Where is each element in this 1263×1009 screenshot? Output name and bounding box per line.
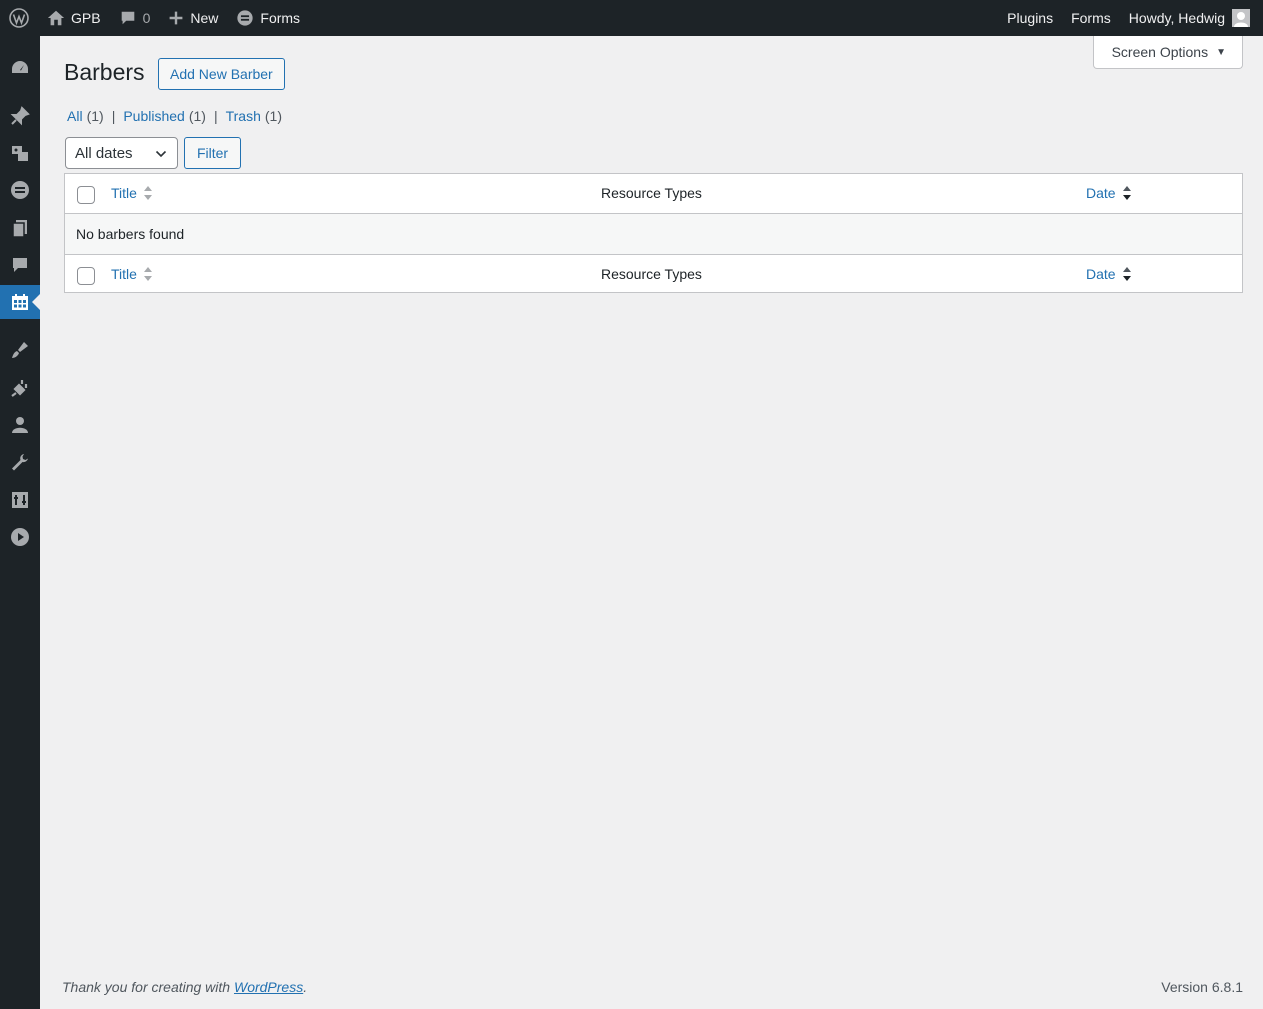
date-filter-select[interactable]: All dates [65,137,178,169]
table-header-row: Title Resource Types Date [65,174,1242,214]
main-content: Screen Options ▼ Barbers Add New Barber … [40,36,1263,1009]
new-label: New [190,10,219,26]
avatar [1232,9,1250,27]
play-icon [11,528,29,546]
menu-play[interactable] [0,520,40,554]
menu-posts[interactable] [0,99,40,133]
column-date-sort-footer[interactable]: Date [1086,266,1132,282]
forms-icon [237,10,254,26]
new-content-link[interactable]: New [159,0,227,36]
menu-pages[interactable] [0,211,40,245]
view-all-count: (1) [86,108,104,124]
view-separator: | [111,108,116,124]
admin-bar: GPB 0 New Forms Plugins Forms Howdy, Hed… [0,0,1263,36]
view-trash-count: (1) [264,108,282,124]
sort-desc-icon [1122,267,1131,281]
forms-label: Forms [260,10,301,26]
forms-link[interactable]: Forms [227,0,309,36]
menu-media[interactable] [0,136,40,170]
column-date-label: Date [1086,185,1116,201]
menu-comments[interactable] [0,248,40,282]
view-separator: | [213,108,218,124]
view-trash-link[interactable]: Trash [226,108,261,124]
menu-tools[interactable] [0,445,40,479]
calendar-icon [12,294,28,310]
avatar-silhouette-icon [1234,12,1248,27]
view-all-link[interactable]: All [67,108,83,124]
page-title: Barbers [64,59,145,85]
column-resource-types: Resource Types [601,266,702,282]
column-title-sort[interactable]: Title [111,185,153,201]
forms-right-link[interactable]: Forms [1062,0,1120,36]
comments-link[interactable]: 0 [110,0,160,36]
plugins-link[interactable]: Plugins [998,0,1062,36]
column-title-label: Title [111,185,137,201]
home-icon [47,10,65,26]
footer-version: Version 6.8.1 [1161,979,1243,995]
menu-plugins[interactable] [0,371,40,405]
filter-button[interactable]: Filter [184,137,241,169]
comments-icon [13,258,27,272]
footer-thanks-suffix: . [303,979,308,995]
users-icon [12,417,28,433]
screen-options-label: Screen Options [1111,44,1209,60]
view-published-link[interactable]: Published [123,108,185,124]
screen-options-button[interactable]: Screen Options ▼ [1092,36,1243,69]
pin-icon [10,106,30,126]
barbers-table: Title Resource Types Date No barbers fou… [64,173,1243,293]
sort-desc-icon [1122,186,1131,200]
sort-arrows-icon [143,267,152,281]
site-name-link[interactable]: GPB [38,0,110,36]
column-resource-types: Resource Types [601,185,702,201]
add-new-barber-button[interactable]: Add New Barber [158,58,285,90]
select-all-checkbox[interactable] [77,186,95,204]
tools-icon [12,454,28,471]
table-footer-row: Title Resource Types Date [65,254,1242,294]
footer-thanks-prefix: Thank you for creating with [62,979,234,995]
comment-bubble-icon [121,11,134,25]
admin-sidebar [0,36,40,1009]
menu-users[interactable] [0,408,40,442]
menu-settings[interactable] [0,483,40,517]
menu-dashboard[interactable] [0,51,40,85]
date-filter-value: All dates [75,144,133,162]
site-name: GPB [71,10,101,26]
media-icon [12,146,28,161]
menu-forms[interactable] [0,173,40,207]
table-row: No barbers found [65,214,1242,254]
plugins-icon [11,380,28,397]
column-title-label: Title [111,266,137,282]
chevron-down-icon [155,150,167,158]
my-account[interactable]: Howdy, Hedwig [1120,0,1259,36]
dashboard-icon [12,61,28,73]
forms-icon [11,181,29,199]
column-title-sort-footer[interactable]: Title [111,266,153,282]
wordpress-link[interactable]: WordPress [234,979,303,995]
appearance-icon [12,342,28,358]
settings-icon [12,492,28,508]
current-menu-arrow [32,294,40,310]
wordpress-logo-icon[interactable] [0,0,38,36]
caret-down-icon: ▼ [1216,46,1226,58]
plus-icon [169,11,183,25]
select-all-checkbox-footer[interactable] [77,267,95,285]
sort-arrows-icon [143,186,152,200]
no-items-message: No barbers found [76,226,185,242]
footer-thanks: Thank you for creating with WordPress. [62,979,307,995]
view-published-count: (1) [188,108,206,124]
column-date-sort[interactable]: Date [1086,185,1132,201]
howdy-text: Howdy, Hedwig [1128,10,1225,26]
menu-barbers[interactable] [0,285,40,319]
menu-appearance[interactable] [0,333,40,367]
column-date-label: Date [1086,266,1116,282]
pages-icon [12,220,27,238]
comments-count: 0 [142,10,151,26]
view-filters: All (1) | Published (1) | Trash (1) [67,108,282,124]
